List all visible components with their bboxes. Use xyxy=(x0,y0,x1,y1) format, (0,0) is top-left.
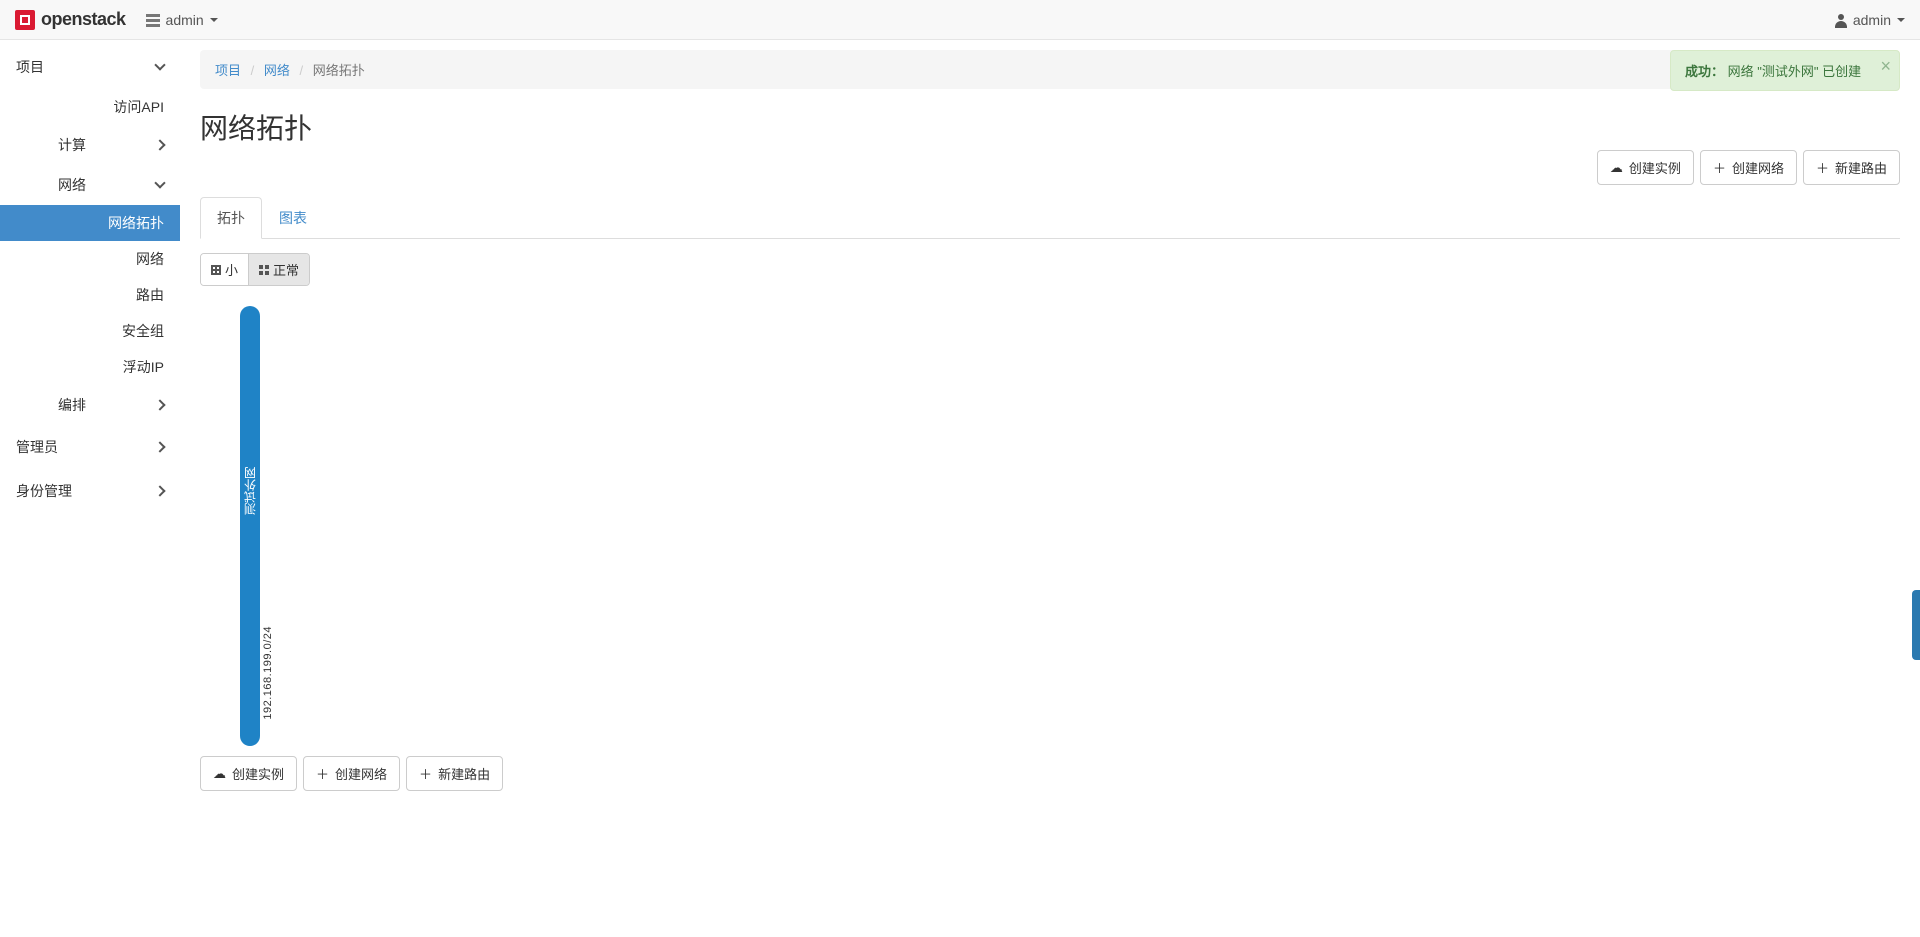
plus-icon: ＋ xyxy=(1713,158,1726,177)
launch-instance-button[interactable]: ☁ 创建实例 xyxy=(200,756,297,791)
plus-icon: ＋ xyxy=(316,764,329,783)
breadcrumb-current: 网络拓扑 xyxy=(313,63,365,78)
toast-message: 网络 "测试外网" 已创建 xyxy=(1728,64,1861,79)
user-menu[interactable]: admin xyxy=(1835,12,1905,28)
size-label: 小 xyxy=(225,260,238,279)
sidebar-group-network[interactable]: 网络 xyxy=(0,165,180,205)
project-selector[interactable]: admin xyxy=(146,12,218,28)
view-tabs: 拓扑 图表 xyxy=(200,197,1900,239)
network-node[interactable]: 测试外网 xyxy=(240,306,260,746)
sidebar-label: 管理员 xyxy=(16,437,58,457)
size-label: 正常 xyxy=(273,260,299,279)
sidebar-group-project[interactable]: 项目 xyxy=(0,45,180,89)
button-label: 创建网络 xyxy=(1732,158,1784,177)
brand-text: openstack xyxy=(41,9,126,30)
sidebar-label: 网络 xyxy=(58,175,86,195)
chevron-down-icon xyxy=(154,177,165,188)
openstack-logo-icon xyxy=(15,10,35,30)
sidebar-item-label: 网络拓扑 xyxy=(108,215,164,231)
toast-prefix: 成功： xyxy=(1685,64,1724,79)
tab-label: 图表 xyxy=(279,210,307,226)
sidebar-item-label: 访问API xyxy=(113,99,164,115)
sidebar-label: 项目 xyxy=(16,57,44,77)
sidebar-item-routers[interactable]: 路由 xyxy=(0,277,180,313)
button-label: 创建网络 xyxy=(335,764,387,783)
sidebar-item-label: 安全组 xyxy=(122,323,164,339)
topology-canvas[interactable]: 测试外网 192.168.199.0/24 xyxy=(200,306,1900,746)
create-router-button[interactable]: ＋ 新建路由 xyxy=(406,756,503,791)
grid-small-icon xyxy=(211,265,221,275)
project-selector-label: admin xyxy=(166,12,204,28)
size-normal-button[interactable]: 正常 xyxy=(248,254,309,285)
top-actions: ☁ 创建实例 ＋ 创建网络 ＋ 新建路由 xyxy=(1597,150,1900,185)
tab-label: 拓扑 xyxy=(217,210,245,226)
grid-large-icon xyxy=(259,265,269,275)
chevron-down-icon xyxy=(154,59,165,70)
sidebar-label: 编排 xyxy=(58,395,86,415)
sidebar-item-networks[interactable]: 网络 xyxy=(0,241,180,277)
sidebar-item-security-groups[interactable]: 安全组 xyxy=(0,313,180,349)
scrollbar-thumb[interactable] xyxy=(1912,590,1920,660)
create-router-button[interactable]: ＋ 新建路由 xyxy=(1803,150,1900,185)
chevron-right-icon xyxy=(154,399,165,410)
breadcrumb-network[interactable]: 网络 xyxy=(264,63,290,78)
sidebar-label: 身份管理 xyxy=(16,481,72,501)
cidr-label: 192.168.199.0/24 xyxy=(262,626,274,720)
cloud-upload-icon: ☁ xyxy=(1610,160,1623,176)
sidebar-group-orchestration[interactable]: 编排 xyxy=(0,385,180,425)
bottom-actions: ☁ 创建实例 ＋ 创建网络 ＋ 新建路由 xyxy=(200,756,1900,791)
main-content: 成功： 网络 "测试外网" 已创建 × 项目 / 网络 / 网络拓扑 网络拓扑 … xyxy=(180,40,1920,811)
toast-close-icon[interactable]: × xyxy=(1880,57,1891,75)
top-navbar: openstack admin admin xyxy=(0,0,1920,40)
breadcrumb-separator: / xyxy=(300,63,304,78)
breadcrumb-project[interactable]: 项目 xyxy=(215,63,241,78)
chevron-right-icon xyxy=(154,441,165,452)
chevron-right-icon xyxy=(154,485,165,496)
caret-down-icon xyxy=(1897,18,1905,22)
tab-graph[interactable]: 图表 xyxy=(262,197,324,239)
success-toast: 成功： 网络 "测试外网" 已创建 × xyxy=(1670,50,1900,91)
sidebar-group-identity[interactable]: 身份管理 xyxy=(0,469,180,513)
breadcrumb-separator: / xyxy=(251,63,255,78)
create-network-button[interactable]: ＋ 创建网络 xyxy=(303,756,400,791)
sidebar-group-admin[interactable]: 管理员 xyxy=(0,425,180,469)
button-label: 新建路由 xyxy=(438,764,490,783)
sidebar-item-floating-ips[interactable]: 浮动IP xyxy=(0,349,180,385)
page-title: 网络拓扑 xyxy=(200,107,1900,147)
button-label: 新建路由 xyxy=(1835,158,1887,177)
create-network-button[interactable]: ＋ 创建网络 xyxy=(1700,150,1797,185)
button-label: 创建实例 xyxy=(1629,158,1681,177)
size-toggle: 小 正常 xyxy=(200,253,310,286)
sidebar-item-label: 浮动IP xyxy=(123,359,164,375)
sidebar: 项目 访问API 计算 网络 网络拓扑 网络 路由 安全组 浮动IP xyxy=(0,40,180,811)
user-icon xyxy=(1835,14,1847,26)
network-name-label: 测试外网 xyxy=(242,467,259,515)
brand[interactable]: openstack xyxy=(15,9,126,30)
tab-topology[interactable]: 拓扑 xyxy=(200,197,262,239)
user-menu-label: admin xyxy=(1853,12,1891,28)
caret-down-icon xyxy=(210,18,218,22)
sidebar-item-access-api[interactable]: 访问API xyxy=(0,89,180,125)
sidebar-label: 计算 xyxy=(58,135,86,155)
sidebar-group-compute[interactable]: 计算 xyxy=(0,125,180,165)
breadcrumb: 项目 / 网络 / 网络拓扑 xyxy=(200,50,1900,89)
plus-icon: ＋ xyxy=(419,764,432,783)
sidebar-item-label: 路由 xyxy=(136,287,164,303)
sidebar-item-label: 网络 xyxy=(136,251,164,267)
launch-instance-button[interactable]: ☁ 创建实例 xyxy=(1597,150,1694,185)
plus-icon: ＋ xyxy=(1816,158,1829,177)
cloud-upload-icon: ☁ xyxy=(213,766,226,782)
button-label: 创建实例 xyxy=(232,764,284,783)
sidebar-item-topology[interactable]: 网络拓扑 xyxy=(0,205,180,241)
size-small-button[interactable]: 小 xyxy=(201,254,248,285)
layers-icon xyxy=(146,14,160,26)
chevron-right-icon xyxy=(154,139,165,150)
